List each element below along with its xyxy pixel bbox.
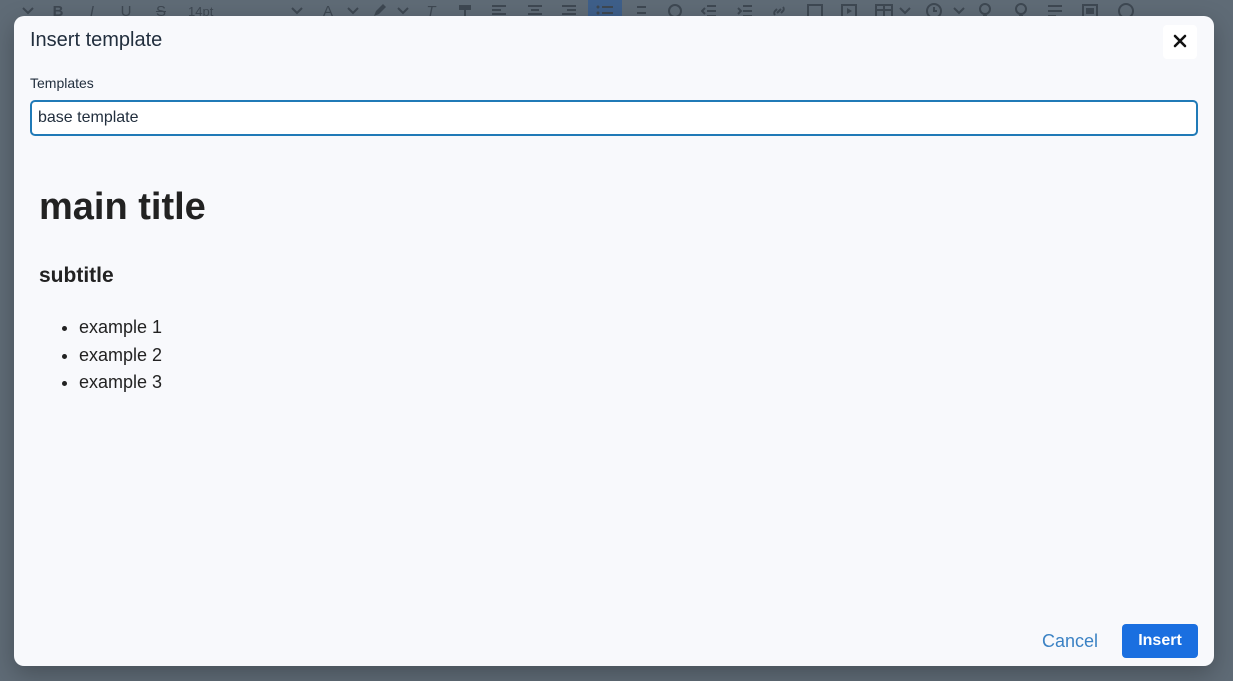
insert-template-dialog: Insert template Templates base template … <box>14 16 1214 666</box>
preview-subheading: subtitle <box>39 264 114 287</box>
templates-label: Templates <box>30 75 94 91</box>
dialog-title: Insert template <box>30 29 163 51</box>
list-item: example 2 <box>79 342 162 370</box>
list-item: example 3 <box>79 369 162 397</box>
preview-heading: main title <box>39 186 206 228</box>
template-select-value: base template <box>38 109 139 126</box>
preview-list: example 1 example 2 example 3 <box>39 314 162 397</box>
template-select[interactable]: base template <box>30 100 1198 136</box>
close-icon <box>1173 34 1187 51</box>
close-button[interactable] <box>1163 25 1197 59</box>
cancel-button[interactable]: Cancel <box>1034 624 1106 658</box>
list-item: example 1 <box>79 314 162 342</box>
insert-button[interactable]: Insert <box>1122 624 1198 658</box>
template-preview: main title subtitle example 1 example 2 … <box>30 156 1198 606</box>
